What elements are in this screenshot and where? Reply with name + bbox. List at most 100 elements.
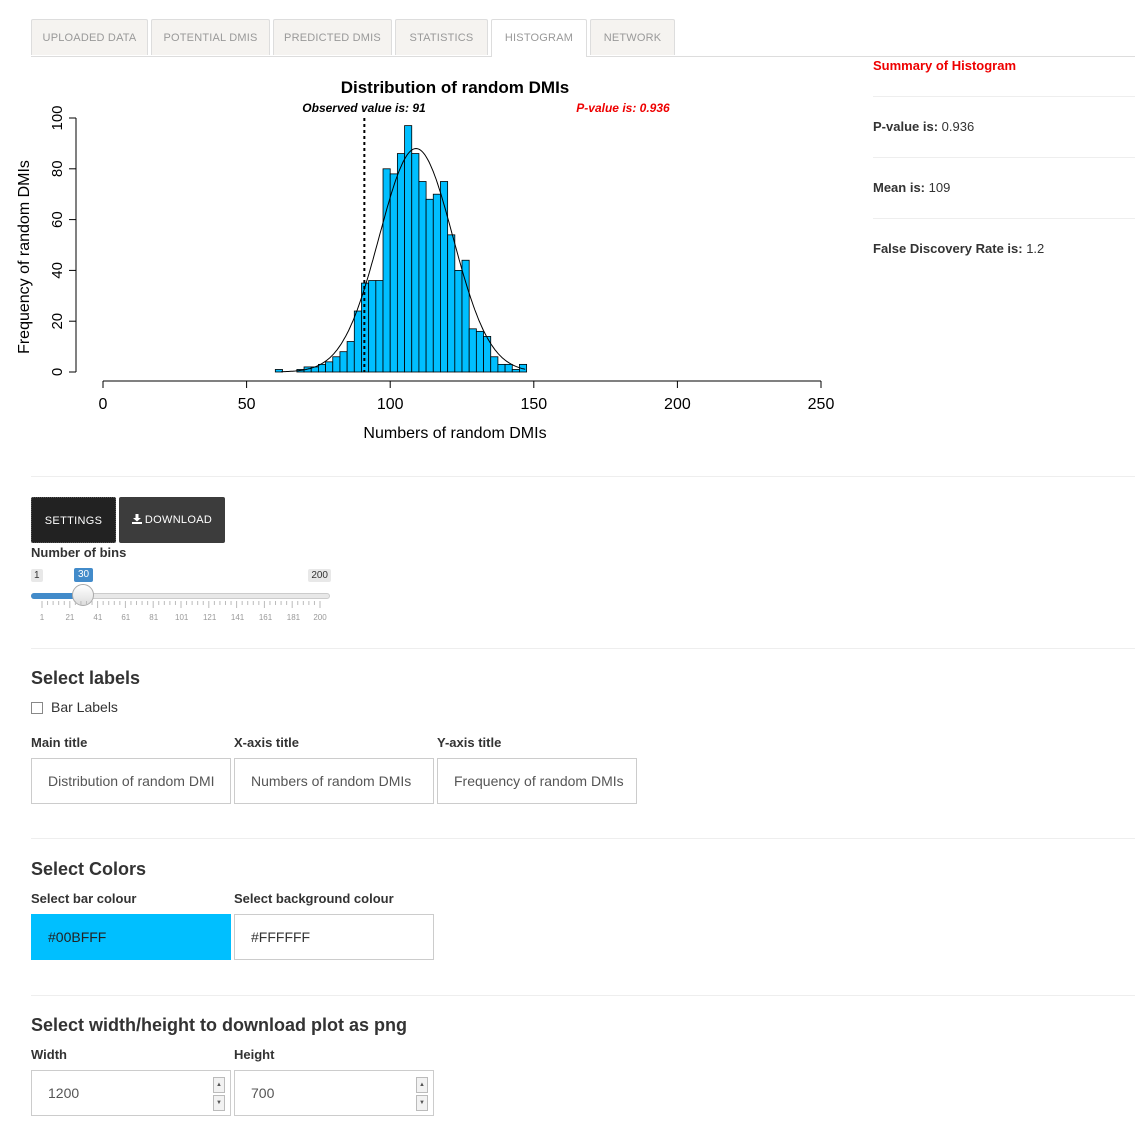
y-title-input[interactable]: Frequency of random DMIs	[437, 758, 637, 804]
y-tick-label: 60	[49, 211, 66, 228]
summary-title: Summary of Histogram	[873, 56, 1135, 97]
histogram-bar	[353, 310, 362, 373]
slider-tick-label: 181	[286, 613, 301, 622]
y-tick-label: 0	[49, 368, 66, 376]
histogram-bar	[447, 234, 456, 373]
histogram-bar	[432, 193, 441, 373]
size-heading: Select width/height to download plot as …	[31, 1015, 407, 1035]
tab-potential-dmis[interactable]: POTENTIAL DMIS	[151, 19, 270, 55]
x-tick-label: 150	[520, 396, 547, 413]
tab-statistics[interactable]: STATISTICS	[395, 19, 488, 55]
x-tick-label: 100	[377, 396, 404, 413]
histogram-bar	[396, 153, 405, 373]
tab-histogram[interactable]: HISTOGRAM	[491, 19, 587, 57]
x-title-label: X-axis title	[234, 735, 300, 750]
main-title-label: Main title	[31, 735, 88, 750]
histogram-bar	[425, 198, 434, 373]
tab-bar: UPLOADED DATA POTENTIAL DMIS PREDICTED D…	[31, 18, 1135, 57]
x-tick-label: 200	[664, 396, 691, 413]
main-title-input[interactable]: Distribution of random DMI	[31, 758, 231, 804]
histogram-bar	[468, 328, 477, 373]
summary-fdr: False Discovery Rate is: 1.2	[873, 241, 1045, 256]
x-tick-label: 0	[99, 396, 108, 413]
bar-colour-label: Select bar colour	[31, 891, 137, 906]
histogram-bar	[325, 361, 334, 373]
width-input[interactable]: 1200 ▲ ▼	[31, 1070, 231, 1116]
slider-tick-label: 81	[149, 613, 159, 622]
slider-tick-label: 21	[65, 613, 75, 622]
pvalue-annotation: P-value is: 0.936	[576, 101, 670, 115]
slider-tick-label: 200	[313, 613, 327, 622]
histogram-chart: Distribution of random DMIs Observed val…	[16, 78, 835, 442]
bins-slider[interactable]: 1 30 200 1 21 41 61 81 101 121 141 161 181 200	[31, 566, 331, 626]
width-label: Width	[31, 1047, 67, 1062]
histogram-bar	[497, 363, 506, 373]
tab-predicted-dmis[interactable]: PREDICTED DMIS	[273, 19, 392, 55]
slider-tick-label: 1	[39, 613, 45, 622]
slider-tick-label: 121	[202, 613, 217, 622]
histogram-bar	[475, 330, 484, 373]
bar-colour-input[interactable]: #00BFFF	[31, 914, 231, 960]
slider-tick-label: 141	[230, 613, 245, 622]
histogram-bar	[411, 153, 420, 373]
colors-heading: Select Colors	[31, 859, 147, 879]
histogram-bar	[317, 363, 326, 373]
histogram-bar	[490, 356, 499, 373]
histogram-bar	[389, 173, 398, 373]
histogram-bar	[375, 280, 384, 373]
bar-labels-checkbox[interactable]	[31, 702, 43, 714]
stepper-up-icon[interactable]: ▲	[213, 1077, 225, 1093]
height-label: Height	[234, 1047, 275, 1062]
divider	[31, 476, 1135, 477]
y-tick-label: 40	[49, 262, 66, 279]
y-axis: 0 20 40 60 80 100	[49, 105, 77, 376]
width-stepper[interactable]: ▲ ▼	[213, 1077, 225, 1111]
histogram-bar	[346, 341, 355, 373]
histogram-bar	[511, 369, 520, 373]
y-axis-title: Frequency of random DMIs	[16, 160, 33, 354]
slider-tick-label: 41	[93, 613, 103, 622]
histogram-bar	[504, 363, 513, 373]
histogram-bar	[382, 168, 391, 373]
bg-colour-label: Select background colour	[234, 891, 394, 906]
slider-min: 1	[31, 569, 43, 582]
x-tick-label: 250	[808, 396, 835, 413]
divider	[31, 648, 1135, 649]
histogram-bar	[418, 181, 427, 373]
x-tick-label: 50	[238, 396, 256, 413]
download-button[interactable]: DOWNLOAD	[119, 497, 225, 543]
tab-network[interactable]: NETWORK	[590, 19, 675, 55]
x-title-input[interactable]: Numbers of random DMIs	[234, 758, 434, 804]
settings-button[interactable]: SETTINGS	[31, 497, 116, 543]
slider-tick-label: 101	[175, 613, 189, 622]
histogram-summary: Summary of Histogram P-value is: 0.936 M…	[873, 56, 1135, 279]
summary-mean: Mean is: 109	[873, 158, 1135, 219]
y-tick-label: 100	[49, 105, 66, 130]
histogram-bar	[339, 351, 348, 373]
height-input[interactable]: 700 ▲ ▼	[234, 1070, 434, 1116]
histogram-bar	[368, 280, 377, 373]
bins-label: Number of bins	[31, 545, 127, 560]
histogram-bar	[454, 269, 463, 373]
histogram-bar	[404, 125, 413, 373]
bg-colour-input[interactable]: #FFFFFF	[234, 914, 434, 960]
stepper-up-icon[interactable]: ▲	[416, 1077, 428, 1093]
divider	[31, 838, 1135, 839]
slider-max: 200	[308, 569, 331, 582]
stepper-down-icon[interactable]: ▼	[213, 1095, 225, 1111]
height-stepper[interactable]: ▲ ▼	[416, 1077, 428, 1111]
histogram-bar	[332, 356, 341, 373]
y-tick-label: 20	[49, 313, 66, 330]
histogram-bar	[461, 259, 470, 373]
divider	[31, 995, 1135, 996]
stepper-down-icon[interactable]: ▼	[416, 1095, 428, 1111]
histogram-bar	[440, 181, 449, 373]
bar-labels-label: Bar Labels	[51, 699, 118, 715]
slider-ticks	[41, 601, 321, 608]
download-icon	[131, 514, 142, 524]
tab-uploaded-data[interactable]: UPLOADED DATA	[31, 19, 148, 55]
x-axis-title: Numbers of random DMIs	[363, 425, 546, 442]
slider-tick-label: 61	[121, 613, 131, 622]
labels-heading: Select labels	[31, 668, 141, 688]
slider-tick-label: 161	[258, 613, 273, 622]
